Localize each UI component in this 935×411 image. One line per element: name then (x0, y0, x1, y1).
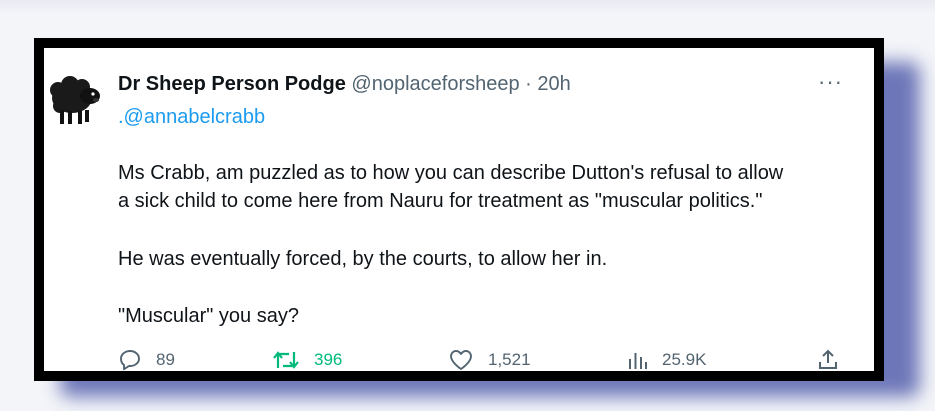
top-strip (0, 0, 935, 14)
timestamp[interactable]: 20h (537, 73, 570, 95)
more-icon[interactable]: ··· (818, 71, 843, 93)
reply-count: 89 (156, 350, 175, 369)
reply-icon (120, 350, 140, 371)
tweet-header: Dr Sheep Person Podge @noplaceforsheep ·… (118, 72, 571, 96)
tweet-text-line-4: "Muscular" you say? (118, 305, 299, 327)
separator: · (525, 73, 532, 95)
share-button[interactable] (816, 348, 840, 372)
retweet-button[interactable]: 396 (272, 348, 342, 372)
views-button[interactable]: 25.9K (626, 348, 706, 372)
like-count: 1,521 (488, 350, 531, 369)
retweet-icon (273, 351, 299, 369)
author-name[interactable]: Dr Sheep Person Podge (118, 73, 346, 95)
avatar[interactable] (48, 70, 102, 126)
share-icon (819, 349, 837, 369)
views-count: 25.9K (662, 350, 707, 369)
tweet-text-line-2: a sick child to come here from Nauru for… (118, 190, 763, 212)
tweet-text-line-3: He was eventually forced, by the courts,… (118, 248, 608, 270)
views-icon (629, 353, 647, 369)
sheep-avatar-icon (50, 76, 100, 124)
like-button[interactable]: 1,521 (448, 348, 531, 372)
reply-button[interactable]: 89 (118, 348, 175, 372)
like-icon (450, 350, 472, 370)
retweet-count: 396 (314, 350, 343, 369)
author-handle[interactable]: @noplaceforsheep (351, 73, 519, 95)
tweet-text-line-1: Ms Crabb, am puzzled as to how you can d… (118, 162, 784, 184)
mention-link[interactable]: .@annabelcrabb (118, 106, 265, 129)
